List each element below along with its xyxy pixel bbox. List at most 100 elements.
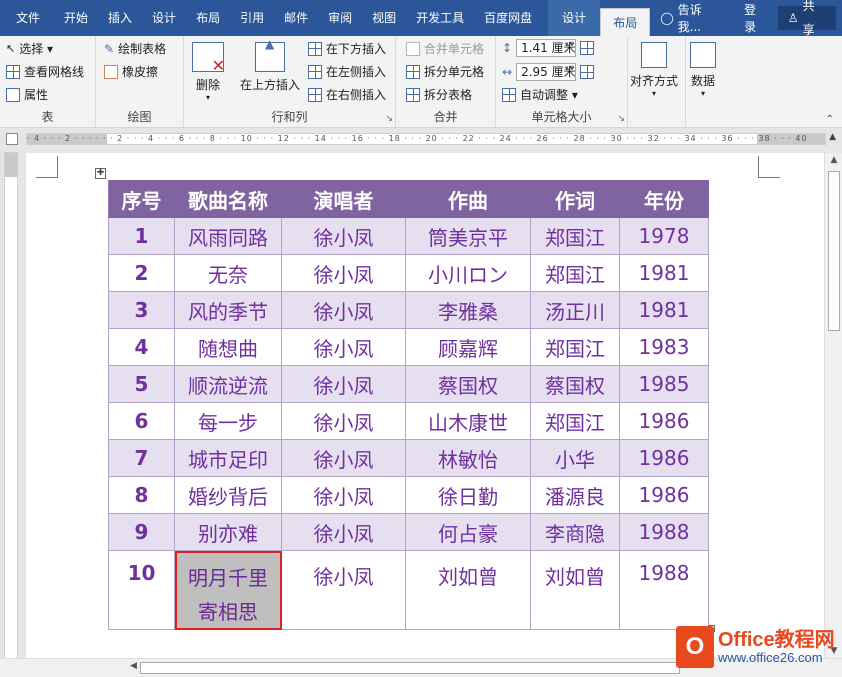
cell-lyricist[interactable]: 蔡国权 (530, 365, 620, 403)
cell-lyricist[interactable]: 小华 (530, 439, 620, 477)
insert-left-button[interactable]: 在左侧插入 (308, 63, 386, 80)
cell-lyricist[interactable]: 李商隐 (530, 513, 620, 551)
cell-song[interactable]: 城市足印 (174, 439, 282, 477)
header-song[interactable]: 歌曲名称 (174, 180, 282, 218)
cell-index[interactable]: 4 (108, 328, 175, 366)
cell-year[interactable]: 1985 (619, 365, 709, 403)
alignment-button[interactable]: 对齐方式 ▾ (630, 42, 678, 98)
merge-cells-button[interactable]: 合并单元格 (406, 40, 484, 57)
tab-view[interactable]: 视图 (362, 0, 406, 36)
cell-lyricist[interactable]: 汤正川 (530, 291, 620, 329)
cell-lyricist[interactable]: 刘如曾 (530, 550, 620, 630)
cell-song[interactable]: 每一步 (174, 402, 282, 440)
header-singer[interactable]: 演唱者 (281, 180, 406, 218)
cell-lyricist[interactable]: 郑国江 (530, 254, 620, 292)
cell-composer[interactable]: 林敏怡 (405, 439, 531, 477)
scroll-left-icon[interactable]: ◀ (130, 661, 137, 671)
cell-song[interactable]: 无奈 (174, 254, 282, 292)
cell-singer[interactable]: 徐小凤 (281, 513, 406, 551)
column-width-input[interactable]: 2.95 厘米 (516, 63, 577, 81)
cell-index[interactable]: 8 (108, 476, 175, 514)
row-height-input[interactable]: 1.41 厘米 (516, 39, 577, 57)
cell-song[interactable]: 别亦难 (174, 513, 282, 551)
cell-composer[interactable]: 徐日勤 (405, 476, 531, 514)
cell-composer[interactable]: 山木康世 (405, 402, 531, 440)
header-index[interactable]: 序号 (108, 180, 175, 218)
cell-index[interactable]: 1 (108, 217, 175, 255)
table-move-handle[interactable]: ✚ (95, 168, 106, 179)
cell-singer[interactable]: 徐小凤 (281, 328, 406, 366)
cell-song[interactable]: 婚纱背后 (174, 476, 282, 514)
selected-cell-song[interactable]: 明月千里 寄相思 (174, 550, 282, 630)
autofit-button[interactable]: 自动调整 ▾ (502, 86, 578, 103)
cell-index[interactable]: 6 (108, 402, 175, 440)
cell-index[interactable]: 3 (108, 291, 175, 329)
tab-references[interactable]: 引用 (230, 0, 274, 36)
cell-song[interactable]: 风的季节 (174, 291, 282, 329)
cell-year[interactable]: 1981 (619, 254, 709, 292)
cell-composer[interactable]: 筒美京平 (405, 217, 531, 255)
tab-file[interactable]: 文件 (0, 0, 54, 36)
insert-above-button[interactable]: ▲ 在上方插入 (240, 37, 300, 93)
cell-year[interactable]: 1986 (619, 439, 709, 477)
song-table[interactable]: 序号 歌曲名称 演唱者 作曲 作词 年份 1 风雨同路 徐小凤 筒美京平 郑国江… (108, 180, 709, 630)
cell-year[interactable]: 1983 (619, 328, 709, 366)
tab-table-design[interactable]: 设计 (548, 0, 601, 36)
split-cells-button[interactable]: 拆分单元格 (406, 63, 484, 80)
cell-lyricist[interactable]: 潘源良 (530, 476, 620, 514)
cell-song[interactable]: 随想曲 (174, 328, 282, 366)
cell-composer[interactable]: 何占豪 (405, 513, 531, 551)
cell-singer[interactable]: 徐小凤 (281, 439, 406, 477)
cell-singer[interactable]: 徐小凤 (281, 217, 406, 255)
header-year[interactable]: 年份 (619, 180, 709, 218)
cell-singer[interactable]: 徐小凤 (281, 291, 406, 329)
draw-table-button[interactable]: ✎ 绘制表格 (104, 40, 166, 57)
share-button[interactable]: ♙ 共享 (777, 0, 836, 37)
cell-index[interactable]: 10 (108, 550, 175, 630)
tab-selector[interactable] (6, 133, 18, 145)
tab-home[interactable]: 开始 (54, 0, 98, 36)
cell-index[interactable]: 7 (108, 439, 175, 477)
cell-composer[interactable]: 顾嘉辉 (405, 328, 531, 366)
tab-baidu-netdisk[interactable]: 百度网盘 (474, 0, 542, 36)
view-gridlines-button[interactable]: 查看网格线 (6, 63, 84, 80)
cell-singer[interactable]: 徐小凤 (281, 550, 406, 630)
tab-review[interactable]: 审阅 (318, 0, 362, 36)
tab-table-layout[interactable]: 布局 (600, 8, 651, 36)
cell-index[interactable]: 2 (108, 254, 175, 292)
split-table-button[interactable]: 拆分表格 (406, 86, 472, 103)
cell-index[interactable]: 9 (108, 513, 175, 551)
header-lyricist[interactable]: 作词 (530, 180, 620, 218)
cell-singer[interactable]: 徐小凤 (281, 254, 406, 292)
cell-lyricist[interactable]: 郑国江 (530, 328, 620, 366)
header-composer[interactable]: 作曲 (405, 180, 531, 218)
cell-singer[interactable]: 徐小凤 (281, 476, 406, 514)
tell-me-box[interactable]: ◯ 告诉我... (650, 1, 734, 35)
ruler-bar[interactable]: · 4 · · · 2 · · · · · · 2 · · · 4 · · · … (26, 133, 826, 145)
distribute-rows-icon[interactable] (580, 41, 595, 55)
cell-index[interactable]: 5 (108, 365, 175, 403)
cell-year[interactable]: 1978 (619, 217, 709, 255)
cell-composer[interactable]: 刘如曾 (405, 550, 531, 630)
cell-composer[interactable]: 蔡国权 (405, 365, 531, 403)
tab-design[interactable]: 设计 (142, 0, 186, 36)
cell-size-launcher-icon[interactable]: ↘ (617, 114, 625, 124)
cell-year[interactable]: 1986 (619, 476, 709, 514)
cell-year[interactable]: 1986 (619, 402, 709, 440)
cell-lyricist[interactable]: 郑国江 (530, 402, 620, 440)
select-button[interactable]: ↖ 选择 ▾ (6, 40, 53, 57)
horizontal-scroll-thumb[interactable] (140, 662, 680, 674)
cell-year[interactable]: 1981 (619, 291, 709, 329)
login-link[interactable]: 登录 (734, 1, 778, 35)
distribute-columns-icon[interactable] (580, 65, 595, 79)
cell-composer[interactable]: 李雅桑 (405, 291, 531, 329)
cell-composer[interactable]: 小川ロン (405, 254, 531, 292)
tab-page-layout[interactable]: 布局 (186, 0, 230, 36)
tab-developer[interactable]: 开发工具 (406, 0, 474, 36)
collapse-ribbon-icon[interactable]: ⌃ (826, 114, 834, 125)
tab-mailings[interactable]: 邮件 (274, 0, 318, 36)
scroll-up-icon[interactable]: ▲ (825, 155, 842, 165)
tab-insert[interactable]: 插入 (98, 0, 142, 36)
delete-button[interactable]: ✕ 删除 ▾ (192, 42, 225, 102)
cell-singer[interactable]: 徐小凤 (281, 402, 406, 440)
